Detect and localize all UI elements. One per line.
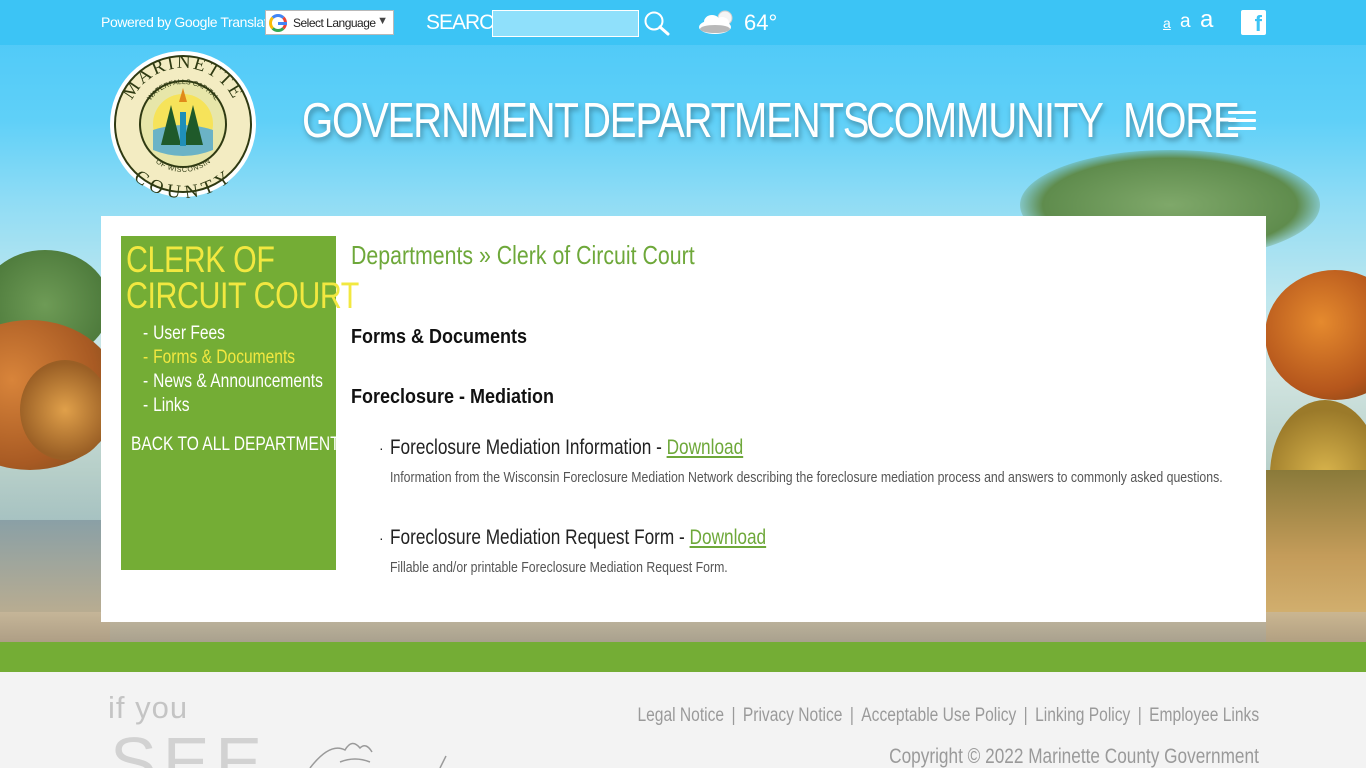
background-foliage bbox=[1265, 270, 1366, 400]
powered-by-label: Powered by Google Translate bbox=[101, 14, 275, 30]
document-description: Fillable and/or printable Foreclosure Me… bbox=[390, 559, 728, 576]
nav-government[interactable]: GOVERNMENT bbox=[302, 93, 579, 149]
sidebar-title-line1: CLERK OF bbox=[126, 239, 275, 280]
footer: if you SEE Legal Notice | Privacy Notice | A… bbox=[0, 672, 1366, 768]
search-input[interactable] bbox=[492, 10, 639, 37]
footer-separator: | bbox=[731, 705, 736, 726]
section-heading: Forms & Documents bbox=[351, 326, 528, 348]
content-panel: CLERK OF CIRCUIT COURT - User Fees - Forms… bbox=[101, 216, 1266, 622]
privacy-notice-link[interactable]: Privacy Notice bbox=[743, 705, 843, 726]
sidebar-item-label: Forms & Documents bbox=[153, 347, 296, 368]
sub-heading: Foreclosure - Mediation bbox=[351, 386, 555, 408]
download-link[interactable]: Download bbox=[667, 436, 744, 459]
sidebar-title: CLERK OF CIRCUIT COURT bbox=[126, 239, 359, 316]
nav-departments[interactable]: DEPARTMENTS bbox=[582, 93, 870, 149]
language-select[interactable]: Select Language ▼ bbox=[265, 10, 394, 35]
sidebar: CLERK OF CIRCUIT COURT - User Fees - Forms… bbox=[121, 236, 359, 570]
footer-separator: | bbox=[849, 705, 854, 726]
breadcrumb: Departments » Clerk of Circuit Court bbox=[351, 240, 695, 271]
back-to-departments-link[interactable]: BACK TO ALL DEPARTMENTS bbox=[131, 434, 350, 456]
sidebar-item-label: Links bbox=[153, 395, 190, 416]
footer-separator: | bbox=[1137, 705, 1142, 726]
footer-tagline-big: SEE bbox=[110, 723, 269, 768]
footer-links: Legal Notice | Privacy Notice | Acceptable U… bbox=[637, 705, 1259, 727]
dropdown-arrow-icon: ▼ bbox=[377, 15, 388, 27]
nav-community[interactable]: COMMUNITY bbox=[866, 93, 1104, 149]
background-foliage bbox=[20, 360, 110, 460]
document-description: Information from the Wisconsin Foreclosu… bbox=[390, 469, 1223, 486]
document-title: Foreclosure Mediation Request Form - Dow… bbox=[390, 526, 767, 549]
font-size-large-button[interactable]: a bbox=[1200, 6, 1213, 34]
bullet-icon: · bbox=[379, 440, 384, 456]
sidebar-title-line2: CIRCUIT COURT bbox=[126, 275, 359, 316]
top-bar: Powered by Google Translate Select Langu… bbox=[0, 0, 1366, 45]
breadcrumb-current: Clerk of Circuit Court bbox=[496, 240, 695, 270]
copyright: Copyright © 2022 Marinette County Govern… bbox=[889, 745, 1259, 768]
footer-tagline-small: if you bbox=[108, 690, 189, 725]
mountain-logo-icon bbox=[309, 742, 447, 768]
sidebar-item-links[interactable]: - Links bbox=[143, 394, 323, 418]
font-size-small-button[interactable]: a bbox=[1163, 15, 1171, 31]
temperature-readout: 64° bbox=[744, 10, 778, 35]
search-icon[interactable] bbox=[643, 10, 671, 36]
sidebar-item-user-fees[interactable]: - User Fees bbox=[143, 322, 323, 346]
sidebar-item-label: News & Announcements bbox=[153, 371, 323, 392]
sidebar-item-news-announcements[interactable]: - News & Announcements bbox=[143, 370, 323, 394]
footer-accent-band bbox=[0, 642, 1366, 672]
facebook-icon[interactable]: f bbox=[1241, 10, 1266, 36]
linking-policy-link[interactable]: Linking Policy bbox=[1035, 705, 1130, 726]
google-icon bbox=[269, 13, 287, 32]
legal-notice-link[interactable]: Legal Notice bbox=[637, 705, 724, 726]
sidebar-item-forms-documents[interactable]: - Forms & Documents bbox=[143, 346, 323, 370]
download-link[interactable]: Download bbox=[690, 526, 767, 549]
nav-more[interactable]: MORE bbox=[1123, 93, 1240, 149]
acceptable-use-policy-link[interactable]: Acceptable Use Policy bbox=[861, 705, 1016, 726]
hamburger-menu-icon[interactable] bbox=[1228, 111, 1256, 131]
footer-separator: | bbox=[1023, 705, 1028, 726]
employee-links-link[interactable]: Employee Links bbox=[1149, 705, 1259, 726]
bullet-icon: · bbox=[379, 530, 384, 546]
document-title: Foreclosure Mediation Information - Down… bbox=[390, 436, 744, 459]
font-size-medium-button[interactable]: a bbox=[1180, 11, 1191, 33]
sidebar-item-label: User Fees bbox=[153, 323, 225, 344]
breadcrumb-separator: » bbox=[478, 240, 491, 270]
cloud-sun-icon bbox=[699, 10, 733, 34]
main-nav: GOVERNMENT DEPARTMENTS COMMUNITY MORE bbox=[0, 93, 1366, 153]
language-select-value: Select Language bbox=[293, 15, 376, 30]
breadcrumb-departments-link[interactable]: Departments bbox=[351, 240, 473, 270]
sidebar-menu: - User Fees - Forms & Documents - News & An… bbox=[143, 322, 362, 418]
